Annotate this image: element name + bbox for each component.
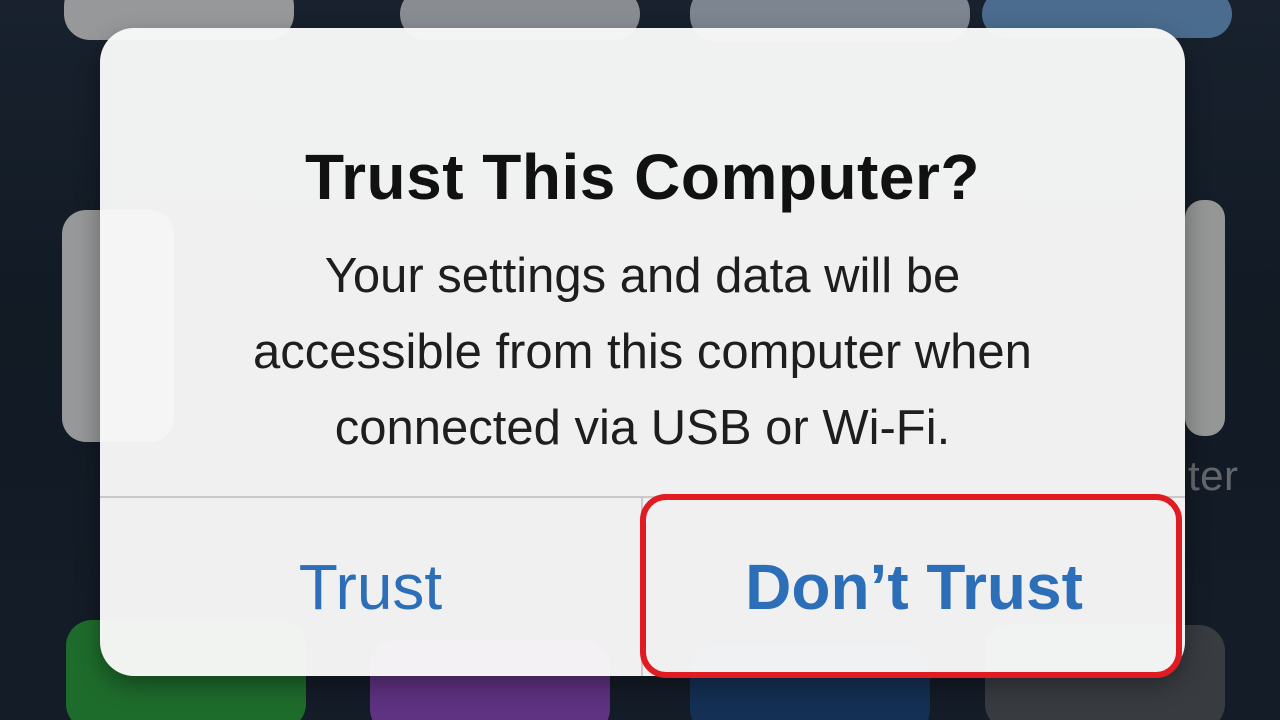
ios-home-screen: ter Trust This Computer? Your settings a… <box>0 0 1280 720</box>
dont-trust-button[interactable]: Don’t Trust <box>643 498 1185 676</box>
alert-message: Your settings and data will be accessibl… <box>253 249 1032 455</box>
alert-title: Trust This Computer? <box>305 141 980 213</box>
trust-button[interactable]: Trust <box>100 498 641 676</box>
trust-computer-alert: Trust This Computer? Your settings and d… <box>100 28 1185 676</box>
